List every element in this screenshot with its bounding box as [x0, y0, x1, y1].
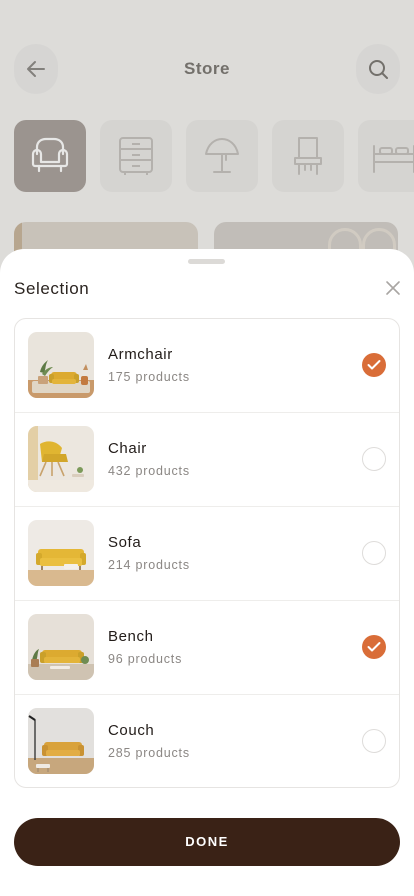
item-name: Armchair: [108, 346, 173, 363]
list-item[interactable]: Armchair 175 products: [15, 319, 399, 413]
checkbox-checked[interactable]: [362, 353, 386, 377]
screen: Store Selection Armchair 175 products Ch…: [0, 0, 414, 896]
checkmark-icon: [367, 360, 381, 370]
product-thumbnail: [28, 332, 94, 398]
item-count: 432 products: [108, 464, 190, 478]
checkmark-icon: [367, 642, 381, 652]
product-thumbnail: [28, 520, 94, 586]
product-thumbnail: [28, 614, 94, 680]
item-count: 214 products: [108, 558, 190, 572]
list-item[interactable]: Couch 285 products: [15, 695, 399, 787]
item-count: 285 products: [108, 746, 190, 760]
checkbox-unchecked[interactable]: [362, 447, 386, 471]
list-item[interactable]: Sofa 214 products: [15, 507, 399, 601]
close-button[interactable]: [384, 279, 402, 297]
checkbox-checked[interactable]: [362, 635, 386, 659]
list-item[interactable]: Chair 432 products: [15, 413, 399, 507]
product-thumbnail: [28, 426, 94, 492]
item-name: Couch: [108, 722, 155, 739]
close-icon: [386, 281, 400, 295]
sheet-handle[interactable]: [188, 259, 225, 264]
selection-sheet: Selection Armchair 175 products Chair 43…: [0, 249, 414, 896]
sheet-title: Selection: [14, 279, 90, 298]
product-thumbnail: [28, 708, 94, 774]
checkbox-unchecked[interactable]: [362, 541, 386, 565]
list-item[interactable]: Bench 96 products: [15, 601, 399, 695]
item-name: Chair: [108, 440, 147, 457]
item-name: Bench: [108, 628, 154, 645]
item-count: 96 products: [108, 652, 183, 666]
item-name: Sofa: [108, 534, 142, 551]
checkbox-unchecked[interactable]: [362, 729, 386, 753]
selection-list: Armchair 175 products Chair 432 products…: [14, 318, 400, 788]
item-count: 175 products: [108, 370, 190, 384]
done-button[interactable]: DONE: [14, 818, 400, 866]
